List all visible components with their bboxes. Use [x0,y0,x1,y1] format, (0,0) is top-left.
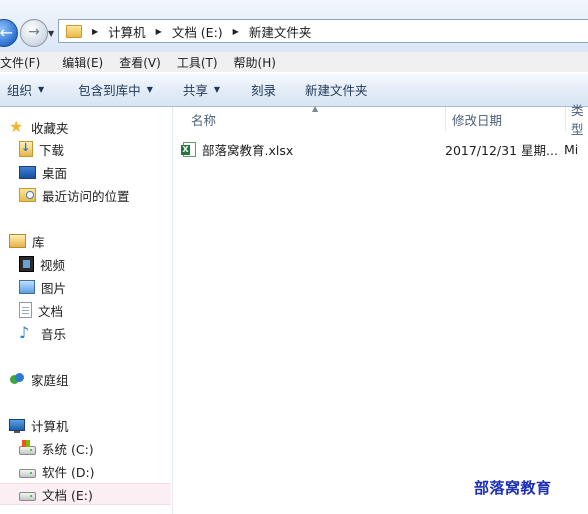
nav-drive-c-label: 系统 (C:) [42,441,94,457]
new-folder-button[interactable]: 新建文件夹 [305,80,368,99]
nav-recent-label: 最近访问的位置 [42,188,130,204]
column-name-label: 名称 [191,112,217,128]
videos-icon [19,256,34,272]
nav-libraries-label: 库 [32,234,45,250]
address-bar[interactable]: ▶ 计算机 ▶ 文档 (E:) ▶ 新建文件夹 [58,19,588,43]
nav-computer[interactable]: 计算机 [9,414,69,436]
share-button[interactable]: 共享 ▼ [183,80,220,99]
nav-homegroup[interactable]: 家庭组 [9,368,69,390]
documents-icon [19,302,32,318]
nav-computer-label: 计算机 [31,418,69,434]
menu-view[interactable]: 查看(V) [119,54,161,71]
menu-edit[interactable]: 编辑(E) [62,54,103,71]
nav-desktop[interactable]: 桌面 [19,161,67,183]
breadcrumb-separator-icon[interactable]: ▶ [92,27,98,36]
column-header-type[interactable]: 类型 [571,103,588,137]
nav-downloads-label: 下载 [39,142,65,158]
nav-favorites-label: 收藏夹 [31,120,69,136]
dropdown-arrow-icon: ▼ [146,85,153,94]
file-name: 部落窝教育.xlsx [202,142,294,158]
recent-pages-dropdown-icon[interactable]: ▼ [48,29,54,38]
computer-icon [9,419,25,433]
nav-documents[interactable]: 文档 [19,299,63,321]
nav-pictures[interactable]: 图片 [19,276,66,298]
menu-file[interactable]: 文件(F) [0,54,40,71]
music-note-icon: ♪ [19,323,30,342]
nav-desktop-label: 桌面 [42,165,68,181]
organize-label: 组织 [7,83,33,98]
pictures-icon [19,280,35,294]
excel-file-icon [181,141,196,157]
nav-pictures-label: 图片 [41,280,67,296]
include-library-label: 包含到库中 [78,83,141,98]
forward-button[interactable]: → [20,19,48,47]
system-drive-icon [19,440,36,455]
organize-button[interactable]: 组织 ▼ [7,80,44,99]
back-button[interactable]: ← [0,19,18,47]
recent-places-icon [19,188,36,202]
dropdown-arrow-icon: ▼ [38,85,45,94]
column-header-date[interactable]: 修改日期 [452,107,502,131]
burn-button[interactable]: 刻录 [251,80,276,99]
desktop-icon [19,165,36,179]
downloads-folder-icon [19,141,33,157]
column-header-name[interactable]: 名称 [191,107,216,131]
nav-favorites[interactable]: ★ 收藏夹 [9,116,69,138]
command-bar: 组织 ▼ 包含到库中 ▼ 共享 ▼ 刻录 新建文件夹 [0,73,588,107]
column-divider[interactable] [445,107,446,131]
breadcrumb-separator-icon[interactable]: ▶ [233,27,239,36]
file-list-pane[interactable]: ▲ 名称 修改日期 类型 部落窝教育.xlsx 2017/12/31 星期...… [173,103,588,514]
navigation-pane[interactable]: ★ 收藏夹 下载 桌面 最近访问的位置 库 视频 图片 文档 ♪ 音乐 家庭组 … [0,107,173,514]
nav-drive-d-label: 软件 (D:) [42,464,95,480]
menu-bar: 文件(F) 编辑(E) 查看(V) 工具(T) 帮助(H) [0,52,588,72]
include-in-library-button[interactable]: 包含到库中 ▼ [78,80,153,99]
nav-drive-c[interactable]: 系统 (C:) [19,437,94,459]
breadcrumb-computer[interactable]: 计算机 [108,22,146,41]
dropdown-arrow-icon: ▼ [213,85,221,94]
column-date-label: 修改日期 [452,112,503,128]
file-date: 2017/12/31 星期... [445,142,558,158]
nav-music-label: 音乐 [41,326,67,342]
nav-videos-label: 视频 [40,257,66,273]
breadcrumb-separator-icon[interactable]: ▶ [156,27,162,36]
file-row[interactable]: 部落窝教育.xlsx 2017/12/31 星期... Mi [181,139,588,159]
menu-help[interactable]: 帮助(H) [234,54,276,71]
nav-drive-e[interactable]: 文档 (E:) [0,483,171,505]
hard-drive-icon [19,469,36,478]
watermark-text: 部落窝教育 [474,479,552,497]
homegroup-icon [9,371,25,387]
nav-homegroup-label: 家庭组 [31,372,69,388]
nav-drive-d[interactable]: 软件 (D:) [19,460,95,482]
sort-ascending-icon: ▲ [312,104,319,113]
nav-recent-places[interactable]: 最近访问的位置 [19,184,130,206]
libraries-icon [9,234,26,248]
nav-videos[interactable]: 视频 [19,253,65,275]
nav-music[interactable]: ♪ 音乐 [19,322,66,344]
hard-drive-icon [19,492,36,501]
breadcrumb-new-folder[interactable]: 新建文件夹 [249,22,312,41]
folder-icon [66,24,82,38]
address-toolbar: ← → ▼ ▶ 计算机 ▶ 文档 (E:) ▶ 新建文件夹 [0,0,588,52]
column-divider[interactable] [565,107,566,131]
star-icon: ★ [9,117,24,136]
column-type-label: 类型 [571,103,584,137]
nav-libraries[interactable]: 库 [9,230,45,252]
breadcrumb-drive-e[interactable]: 文档 (E:) [172,22,223,41]
nav-drive-e-label: 文档 (E:) [42,487,93,503]
nav-downloads[interactable]: 下载 [19,138,64,160]
file-type: Mi [564,141,579,157]
forward-arrow-icon: → [28,24,40,40]
back-arrow-icon: ← [0,23,13,42]
menu-tools[interactable]: 工具(T) [177,54,218,71]
share-label: 共享 [182,83,208,98]
nav-documents-label: 文档 [38,303,64,319]
